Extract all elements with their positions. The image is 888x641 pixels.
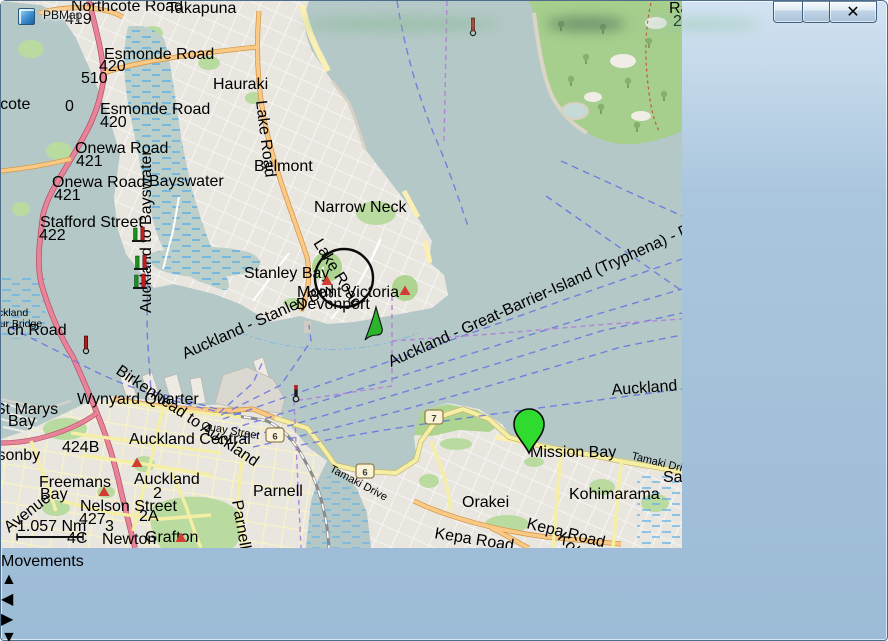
map-label: Orakei [462, 494, 509, 511]
right-arrow-icon: ▶ [1, 611, 13, 628]
shield-marker-icon: 7 [425, 410, 443, 425]
map-label: 421 [54, 187, 81, 204]
close-icon: ✕ [846, 2, 859, 22]
map-label: Grafton [145, 529, 198, 546]
map-label: 0 [65, 98, 74, 115]
map-label: Auckland [134, 471, 200, 488]
move-right-button[interactable]: ▶ [1, 609, 887, 629]
map-label: 510 [81, 70, 108, 87]
map-svg: TakapunaHaurakiBelmontBayswaterNarrow Ne… [1, 1, 682, 548]
glass-reflection [641, 17, 761, 31]
map-label: 420 [100, 114, 127, 131]
svg-text:1.057 Nm: 1.057 Nm [17, 518, 86, 535]
shield-marker-icon: 6 [266, 428, 284, 443]
map-label: 422 [39, 227, 66, 244]
map-label: Bayswater [149, 173, 224, 190]
map-label: ch Road [7, 322, 67, 339]
svg-text:6: 6 [272, 432, 277, 443]
minimize-button[interactable] [773, 1, 804, 23]
close-button[interactable]: ✕ [829, 1, 877, 23]
app-window: PBMap ✕ [0, 0, 888, 641]
map-scale: 1.057 Nm [17, 518, 86, 541]
map-label: Bay [8, 413, 36, 430]
map-label: Northcote [1, 96, 30, 113]
shield-marker-icon: 6 [356, 464, 374, 479]
move-up-button[interactable]: ▲ [1, 571, 887, 589]
client-area: TakapunaHaurakiBelmontBayswaterNarrow Ne… [1, 1, 887, 641]
maximize-button[interactable] [802, 1, 831, 23]
map-label: Mission Bay [530, 444, 616, 461]
move-down-button[interactable]: ▼ [1, 629, 887, 641]
svg-text:6: 6 [362, 468, 367, 479]
map-label: Narrow Neck [314, 199, 407, 216]
app-icon [18, 8, 35, 25]
map-label: Hauraki [213, 76, 268, 93]
left-arrow-icon: ◀ [1, 591, 13, 608]
move-left-button[interactable]: ◀ [1, 589, 887, 609]
screen: PBMap ✕ [0, 0, 888, 641]
up-arrow-icon: ▲ [1, 571, 17, 588]
map-label: 2A [139, 508, 159, 525]
glass-reflection [546, 17, 626, 31]
titlebar[interactable]: PBMap ✕ [1, 1, 887, 30]
map-label: Ponsonby [1, 447, 40, 464]
map-label: Parnell [253, 483, 303, 500]
map-label: Kohimarama [569, 486, 660, 503]
glass-reflection [301, 17, 501, 31]
down-arrow-icon: ▼ [1, 629, 17, 641]
map-canvas[interactable]: TakapunaHaurakiBelmontBayswaterNarrow Ne… [1, 1, 887, 553]
svg-text:7: 7 [431, 414, 436, 425]
map-label: 424B [62, 439, 99, 456]
map-label: 421 [76, 153, 103, 170]
window-title: PBMap [43, 8, 82, 22]
map-label: 2 [153, 485, 162, 502]
movements-label: Movements [1, 553, 887, 571]
map-label: 3 [105, 518, 114, 535]
